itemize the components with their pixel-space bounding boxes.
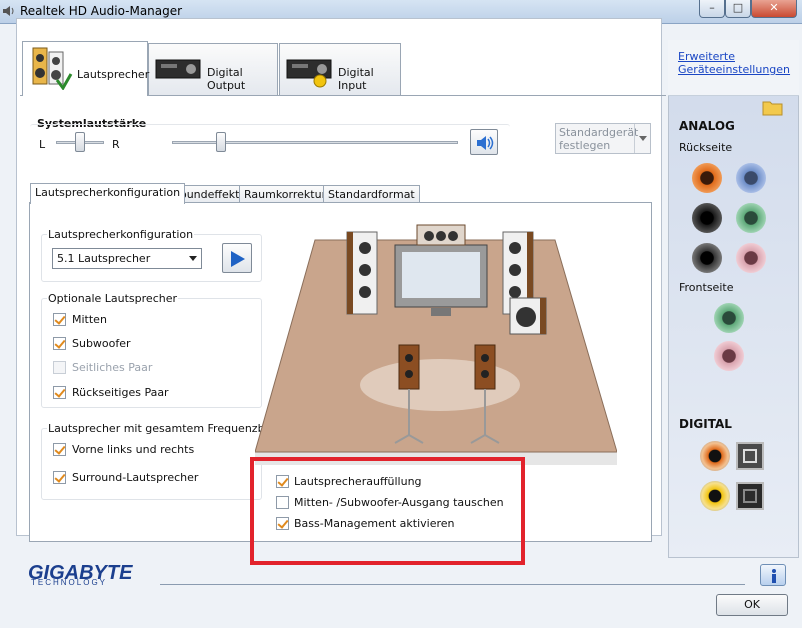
speaker-icon <box>32 47 73 90</box>
spdif-optical-port[interactable] <box>736 442 764 470</box>
tab-label: Digital Output <box>207 66 246 92</box>
subwoofer-icon <box>509 297 547 335</box>
maximize-button[interactable]: □ <box>725 0 751 18</box>
checkbox-vorne-links-rechts[interactable] <box>53 443 66 456</box>
checkbox-surround[interactable] <box>53 471 66 484</box>
jack-green[interactable] <box>736 203 766 233</box>
checkbox-seitliches-paar[interactable] <box>53 361 66 374</box>
window-title: Realtek HD Audio-Manager <box>20 4 183 18</box>
receiver-input-icon <box>286 59 332 88</box>
checkbox-label: Vorne links und rechts <box>72 443 195 456</box>
checkbox-label: Surround-Lautsprecher <box>72 471 199 484</box>
speaker-room-illustration <box>255 224 617 465</box>
default-device-button[interactable]: Standardgerät festlegen <box>555 123 651 154</box>
speaker-config-select[interactable]: 5.1 Lautsprecher <box>52 248 202 269</box>
spdif-coax-yellow[interactable] <box>700 481 730 511</box>
folder-icon[interactable] <box>762 98 784 116</box>
play-icon <box>231 251 245 267</box>
optional-speakers-label: Optionale Lautsprecher <box>47 292 178 305</box>
subtab-lautsprecherkonfiguration[interactable]: Lautsprecherkonfiguration <box>30 183 186 204</box>
chevron-down-icon <box>639 136 647 141</box>
balance-slider[interactable] <box>75 132 85 152</box>
close-button[interactable]: ✕ <box>751 0 797 18</box>
play-test-button[interactable] <box>222 243 252 273</box>
tab-digital-output[interactable]: Digital Output <box>148 43 278 96</box>
selected-value: 5.1 Lautsprecher <box>57 252 151 265</box>
info-icon <box>772 569 776 583</box>
tab-label: Lautsprecher <box>77 68 150 81</box>
checkbox-label: Mitten <box>72 313 107 326</box>
highlight-box <box>250 457 525 565</box>
digital-heading: DIGITAL <box>679 417 732 431</box>
default-device-label: Standardgerät festlegen <box>559 126 639 152</box>
jack-gray[interactable] <box>692 243 722 273</box>
checkbox-label: Subwoofer <box>72 337 131 350</box>
analog-heading: ANALOG <box>679 119 735 133</box>
spdif-optical-port-2[interactable] <box>736 482 764 510</box>
jack-pink[interactable] <box>736 243 766 273</box>
spdif-coax-orange[interactable] <box>700 441 730 471</box>
dropdown-toggle[interactable] <box>634 124 651 153</box>
front-label: Frontseite <box>679 281 734 294</box>
jack-black[interactable] <box>692 203 722 233</box>
tab-lautsprecher[interactable]: Lautsprecher <box>22 41 150 96</box>
tv-icon <box>394 244 488 316</box>
checkbox-label: Seitliches Paar <box>72 361 153 374</box>
checkbox-subwoofer[interactable] <box>53 337 66 350</box>
checkbox-label: Rückseitiges Paar <box>72 386 169 399</box>
connector-panel <box>668 40 799 558</box>
info-button[interactable] <box>760 564 786 586</box>
front-left-speaker-icon <box>346 231 378 315</box>
speaker-volume-icon <box>3 6 14 16</box>
jack-blue[interactable] <box>736 163 766 193</box>
jack-front-pink[interactable] <box>714 341 744 371</box>
volume-track <box>172 141 458 144</box>
checkbox-rueckseitiges-paar[interactable] <box>53 386 66 399</box>
minimize-button[interactable]: – <box>699 0 725 18</box>
volume-slider[interactable] <box>215 132 226 152</box>
tab-digital-input[interactable]: Digital Input <box>279 43 401 96</box>
speaker-config-label: Lautsprecherkonfiguration <box>47 228 195 241</box>
rear-label: Rückseite <box>679 141 733 154</box>
tab-label: Digital Input <box>338 66 374 92</box>
advanced-settings-link[interactable]: Erweiterte Geräteeinstellungen <box>678 50 794 76</box>
gigabyte-logo-sub: TECHNOLOGY <box>31 578 108 587</box>
fullrange-group <box>41 428 262 500</box>
jack-front-green[interactable] <box>714 303 744 333</box>
mute-button[interactable] <box>470 129 498 155</box>
ok-button[interactable]: OK <box>716 594 788 616</box>
speaker-volume-icon <box>477 136 494 150</box>
chevron-down-icon <box>189 256 197 261</box>
checkbox-mitten[interactable] <box>53 313 66 326</box>
receiver-icon <box>155 59 201 79</box>
jack-orange[interactable] <box>692 163 722 193</box>
divider <box>160 584 745 585</box>
balance-right-label: R <box>112 138 120 151</box>
balance-left-label: L <box>39 138 46 151</box>
